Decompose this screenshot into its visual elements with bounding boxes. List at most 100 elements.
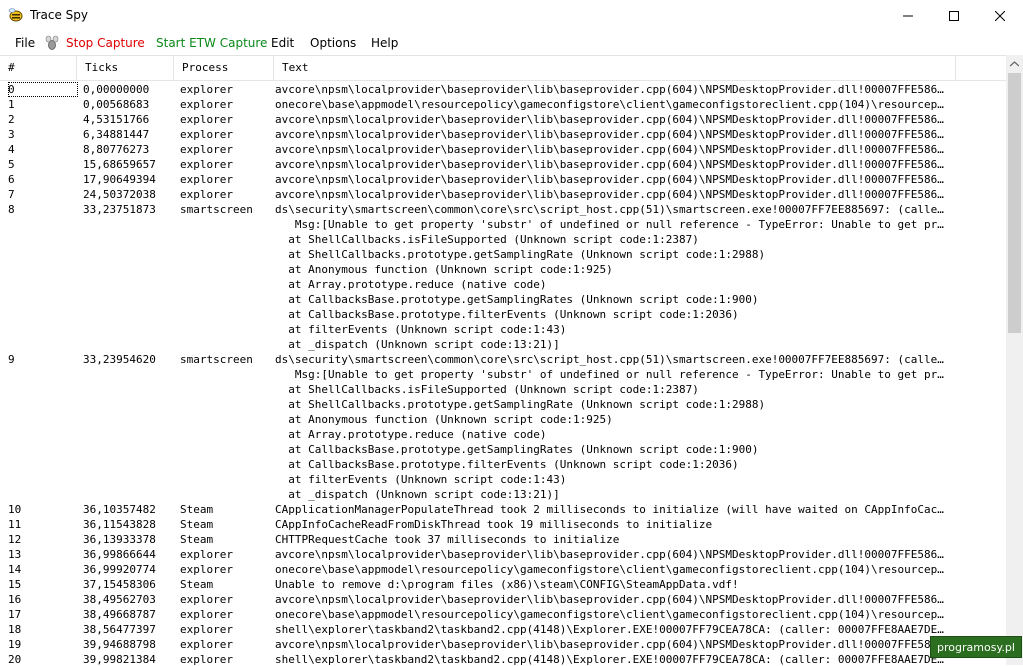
row-ticks: 0,00568683 [83, 98, 150, 111]
list-header: # Ticks Process Text [0, 56, 1006, 81]
table-row[interactable]: Msg:[Unable to get property 'substr' of … [0, 217, 1006, 232]
row-text: avcore\npsm\localprovider\baseprovider\l… [275, 83, 950, 96]
row-ticks: 36,13933378 [83, 533, 156, 546]
row-process: explorer [180, 593, 233, 606]
row-process: smartscreen [180, 203, 253, 216]
row-text: at CallbacksBase.prototype.filterEvents … [275, 308, 739, 321]
menu-edit[interactable]: Edit [271, 35, 294, 51]
row-index: 12 [8, 533, 22, 546]
table-row[interactable]: at CallbacksBase.prototype.filterEvents … [0, 307, 1006, 322]
column-header-ticks[interactable]: Ticks [77, 56, 174, 80]
row-process: explorer [180, 563, 233, 576]
table-row[interactable]: at Anonymous function (Unknown script co… [0, 262, 1006, 277]
table-row[interactable]: 9 33,23954620 smartscreen ds\security\smart… [0, 352, 1006, 367]
trace-list[interactable]: # Ticks Process Text 0 0,00000000 explorer… [0, 55, 1006, 666]
table-row[interactable]: at CallbacksBase.prototype.getSamplingRa… [0, 292, 1006, 307]
row-text: avcore\npsm\localprovider\baseprovider\l… [275, 173, 950, 186]
table-row[interactable]: 8 33,23751873 smartscreen ds\security\smart… [0, 202, 1006, 217]
row-process: Steam [180, 533, 214, 546]
row-text: at ShellCallbacks.prototype.getSamplingR… [275, 248, 766, 261]
table-row[interactable]: 14 36,99920774 explorer onecore\base\appmod… [0, 562, 1006, 577]
table-row[interactable]: 4 8,80776273 explorer avcore\npsm\localprov… [0, 142, 1006, 157]
row-ticks: 39,94688798 [83, 638, 156, 651]
row-text: shell\explorer\taskband2\taskband2.cpp(4… [275, 623, 950, 636]
table-row[interactable]: 17 38,49668787 explorer onecore\base\appmod… [0, 607, 1006, 622]
table-row[interactable]: 20 39,99821384 explorer shell\explorer\task… [0, 652, 1006, 666]
maximize-button[interactable] [931, 0, 977, 31]
maximize-icon [949, 10, 959, 21]
table-row[interactable]: Msg:[Unable to get property 'substr' of … [0, 367, 1006, 382]
table-row[interactable]: at ShellCallbacks.prototype.getSamplingR… [0, 247, 1006, 262]
table-row[interactable]: 12 36,13933378 Steam CHTTPRequestCache took… [0, 532, 1006, 547]
column-header-index[interactable]: # [0, 56, 77, 80]
table-row[interactable]: at Array.prototype.reduce (native code) [0, 427, 1006, 442]
column-header-text[interactable]: Text [274, 56, 956, 80]
row-process: explorer [180, 158, 233, 171]
table-row[interactable]: at Array.prototype.reduce (native code) [0, 277, 1006, 292]
row-text: avcore\npsm\localprovider\baseprovider\l… [275, 143, 950, 156]
table-row[interactable]: at ShellCallbacks.isFileSupported (Unkno… [0, 382, 1006, 397]
table-row[interactable]: 3 6,34881447 explorer avcore\npsm\localprov… [0, 127, 1006, 142]
row-ticks: 36,99866644 [83, 548, 156, 561]
vertical-scrollbar[interactable] [1006, 55, 1023, 665]
menu-start-etw-capture[interactable]: Start ETW Capture [156, 35, 267, 51]
table-row[interactable]: at _dispatch (Unknown script code:13:21)… [0, 487, 1006, 502]
menu-file[interactable]: File [15, 35, 35, 51]
row-index: 19 [8, 638, 22, 651]
row-ticks: 33,23751873 [83, 203, 156, 216]
table-row[interactable]: 19 39,94688798 explorer avcore\npsm\localpr… [0, 637, 1006, 652]
row-text: avcore\npsm\localprovider\baseprovider\l… [275, 638, 950, 651]
table-row[interactable]: at CallbacksBase.prototype.filterEvents … [0, 457, 1006, 472]
row-text: at filterEvents (Unknown script code:1:4… [275, 323, 567, 336]
table-row[interactable]: 13 36,99866644 explorer avcore\npsm\localpr… [0, 547, 1006, 562]
row-text: Msg:[Unable to get property 'substr' of … [275, 218, 950, 231]
table-row[interactable]: 1 0,00568683 explorer onecore\base\appmodel… [0, 97, 1006, 112]
row-text: avcore\npsm\localprovider\baseprovider\l… [275, 113, 950, 126]
title-bar: Trace Spy [0, 0, 1023, 31]
row-text: CHTTPRequestCache took 37 milliseconds t… [275, 533, 620, 546]
table-row[interactable]: 10 36,10357482 Steam CApplicationManagerPop… [0, 502, 1006, 517]
table-row[interactable]: at _dispatch (Unknown script code:13:21)… [0, 337, 1006, 352]
row-text: onecore\base\appmodel\resourcepolicy\gam… [275, 608, 950, 621]
row-process: Steam [180, 518, 214, 531]
menu-help[interactable]: Help [371, 35, 398, 51]
row-ticks: 17,90649394 [83, 173, 156, 186]
table-row[interactable]: 16 38,49562703 explorer avcore\npsm\localpr… [0, 592, 1006, 607]
table-row[interactable]: at filterEvents (Unknown script code:1:4… [0, 472, 1006, 487]
row-text: Msg:[Unable to get property 'substr' of … [275, 368, 950, 381]
table-row[interactable]: at CallbacksBase.prototype.getSamplingRa… [0, 442, 1006, 457]
table-row[interactable]: 5 15,68659657 explorer avcore\npsm\localpro… [0, 157, 1006, 172]
table-row[interactable]: 7 24,50372038 explorer avcore\npsm\localpro… [0, 187, 1006, 202]
column-header-process[interactable]: Process [174, 56, 274, 80]
row-process: explorer [180, 128, 233, 141]
table-row[interactable]: 0 0,00000000 explorer avcore\npsm\localprov… [0, 82, 1006, 97]
row-ticks: 36,99920774 [83, 563, 156, 576]
scroll-up-arrow[interactable] [1006, 55, 1023, 72]
table-row[interactable]: 18 38,56477397 explorer shell\explorer\task… [0, 622, 1006, 637]
row-process: explorer [180, 188, 233, 201]
menu-stop-capture[interactable]: Stop Capture [66, 35, 145, 51]
row-text: at CallbacksBase.prototype.getSamplingRa… [275, 443, 759, 456]
menu-options[interactable]: Options [310, 35, 356, 51]
menu-bar: File Stop Capture Start ETW Capture Edit… [0, 31, 1023, 55]
row-process: explorer [180, 548, 233, 561]
minimize-icon [903, 15, 913, 16]
table-row[interactable]: 6 17,90649394 explorer avcore\npsm\localpro… [0, 172, 1006, 187]
close-icon [995, 10, 1005, 21]
row-index: 3 [8, 128, 15, 141]
close-button[interactable] [977, 0, 1023, 31]
table-row[interactable]: at filterEvents (Unknown script code:1:4… [0, 322, 1006, 337]
row-index: 2 [8, 113, 15, 126]
row-text: at ShellCallbacks.isFileSupported (Unkno… [275, 383, 699, 396]
minimize-button[interactable] [885, 0, 931, 31]
row-index: 9 [8, 353, 15, 366]
scroll-thumb[interactable] [1008, 73, 1021, 333]
table-row[interactable]: at Anonymous function (Unknown script co… [0, 412, 1006, 427]
row-text: avcore\npsm\localprovider\baseprovider\l… [275, 593, 950, 606]
table-row[interactable]: 15 37,15458306 Steam Unable to remove d:\pr… [0, 577, 1006, 592]
table-row[interactable]: at ShellCallbacks.isFileSupported (Unkno… [0, 232, 1006, 247]
row-ticks: 38,56477397 [83, 623, 156, 636]
table-row[interactable]: 2 4,53151766 explorer avcore\npsm\localprov… [0, 112, 1006, 127]
table-row[interactable]: 11 36,11543828 Steam CAppInfoCacheReadFromD… [0, 517, 1006, 532]
table-row[interactable]: at ShellCallbacks.prototype.getSamplingR… [0, 397, 1006, 412]
